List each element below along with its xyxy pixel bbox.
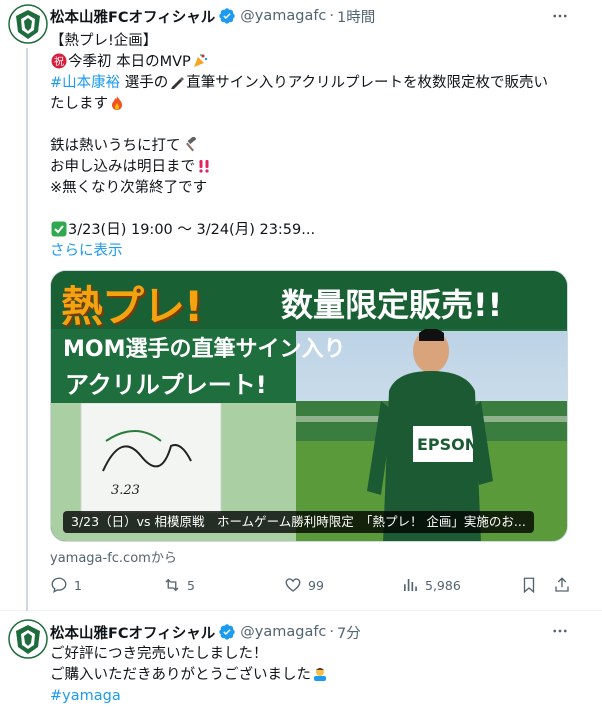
- avatar[interactable]: [8, 4, 48, 44]
- tweet-text: ご購入いただきありがとうございました: [50, 667, 311, 683]
- jersey-sponsor: EPSON: [417, 435, 479, 454]
- tweet-1[interactable]: 松本山雅FCオフィシャル @yamagafc · 1時間 【熱プレ!企画】 祝今…: [0, 0, 602, 611]
- tweet-text-line: 3/23(日) 19:00 ～ 3/24(月) 23:59...: [50, 220, 315, 241]
- reply-icon: [51, 577, 67, 594]
- author-name[interactable]: 松本山雅FCオフィシャル: [50, 622, 215, 643]
- celebrate-kanji-icon: 祝: [51, 53, 67, 69]
- tweet-text-line: #山本康裕 選手の 直筆サイン入りアクリルプレートを枚数限定枚で販売い: [50, 73, 548, 94]
- action-bar: 1 5 99 5,986: [50, 574, 572, 596]
- more-icon[interactable]: [550, 621, 570, 641]
- separator-dot: ·: [329, 624, 335, 640]
- timestamp[interactable]: 7分: [337, 622, 361, 643]
- fire-icon: [109, 95, 125, 111]
- verified-icon: [218, 7, 236, 25]
- double-exclamation-icon: [196, 158, 212, 174]
- tweet-text-line: ご購入いただきありがとうございました: [50, 665, 329, 686]
- reply-button[interactable]: 1: [50, 574, 82, 596]
- tweet-text-line: たします: [50, 94, 126, 115]
- tweet-text-line: 【熱プレ!企画】: [50, 33, 158, 49]
- plate-signature-date: 3.23: [111, 483, 140, 498]
- tweet-header: 松本山雅FCオフィシャル @yamagafc · 7分: [50, 621, 361, 643]
- card-subtitle-2: アクリルプレート!: [65, 371, 267, 399]
- card-subtitle-1: MOM選手の直筆サイン入り: [63, 337, 346, 362]
- party-popper-icon: [192, 53, 208, 69]
- hammer-icon: [182, 135, 198, 153]
- author-handle[interactable]: @yamagafc: [240, 8, 326, 24]
- tweet-text-line: 祝今季初 本日のMVP: [50, 52, 209, 73]
- tweet-text-line: 鉄は熱いうちに打て: [50, 135, 199, 157]
- tweet-text-line: ご好評につき完売いたしました！: [50, 646, 268, 662]
- share-icon: [555, 577, 569, 592]
- like-count: 99: [308, 577, 324, 593]
- tweet-text: 3/23(日) 19:00 ～ 3/24(月) 23:59...: [68, 222, 316, 238]
- like-button[interactable]: 99: [284, 574, 324, 596]
- bookmark-button[interactable]: [520, 574, 544, 596]
- card-headline-big: 熱プレ!: [61, 282, 203, 331]
- author-handle[interactable]: @yamagafc: [240, 624, 326, 640]
- tweet-text: たします: [50, 96, 108, 112]
- tweet-2[interactable]: 松本山雅FCオフィシャル @yamagafc · 7分 ご好評につき完売いたしま…: [0, 611, 602, 707]
- tweet-header: 松本山雅FCオフィシャル @yamagafc · 1時間: [50, 5, 375, 27]
- bookmark-icon: [523, 577, 535, 594]
- tweet-text: お申し込みは明日まで: [50, 159, 195, 175]
- verified-icon: [218, 623, 236, 641]
- tweet-text: 直筆サイン入りアクリルプレートを枚数限定枚で販売い: [186, 75, 549, 91]
- views-count: 5,986: [425, 577, 461, 593]
- avatar[interactable]: [8, 619, 48, 659]
- share-button[interactable]: [553, 574, 577, 596]
- like-icon: [285, 578, 301, 592]
- svg-text:祝: 祝: [54, 55, 64, 68]
- check-mark-icon: [51, 221, 67, 237]
- bowing-person-icon: [312, 666, 328, 682]
- separator-dot: ·: [329, 8, 335, 24]
- timestamp[interactable]: 1時間: [337, 6, 375, 27]
- tweet-text-line: お申し込みは明日まで: [50, 157, 213, 178]
- show-more-link[interactable]: さらに表示: [50, 241, 123, 262]
- tweet-text: 今季初 本日のMVP: [68, 54, 191, 70]
- card-caption: 3/23（日）vs 相模原戦 ホームゲーム勝利時限定 「熱プレ！ 企画」実施のお…: [63, 511, 534, 533]
- thread-line: [26, 48, 28, 611]
- hashtag-link[interactable]: #山本康裕: [50, 75, 120, 91]
- views-icon: [404, 579, 417, 591]
- pen-icon: [169, 74, 185, 90]
- reply-count: 1: [74, 577, 82, 593]
- card-source[interactable]: yamaga-fc.comから: [50, 547, 177, 566]
- views-button[interactable]: 5,986: [401, 574, 461, 596]
- card-headline-right: 数量限定販売!!: [281, 286, 503, 324]
- tweet-text-line: ※無くなり次第終了です: [50, 180, 208, 196]
- hashtag-link[interactable]: #yamaga: [50, 686, 121, 707]
- retweet-button[interactable]: 5: [163, 574, 195, 596]
- retweet-count: 5: [187, 577, 195, 593]
- retweet-icon: [165, 578, 179, 592]
- tweet-text: 選手の: [124, 75, 169, 91]
- tweet-text: 鉄は熱いうちに打て: [50, 138, 181, 154]
- link-card[interactable]: 熱プレ! 数量限定販売!! MOM選手の直筆サイン入り アクリルプレート! 3.…: [50, 270, 568, 542]
- author-name[interactable]: 松本山雅FCオフィシャル: [50, 6, 215, 27]
- more-icon[interactable]: [550, 6, 570, 26]
